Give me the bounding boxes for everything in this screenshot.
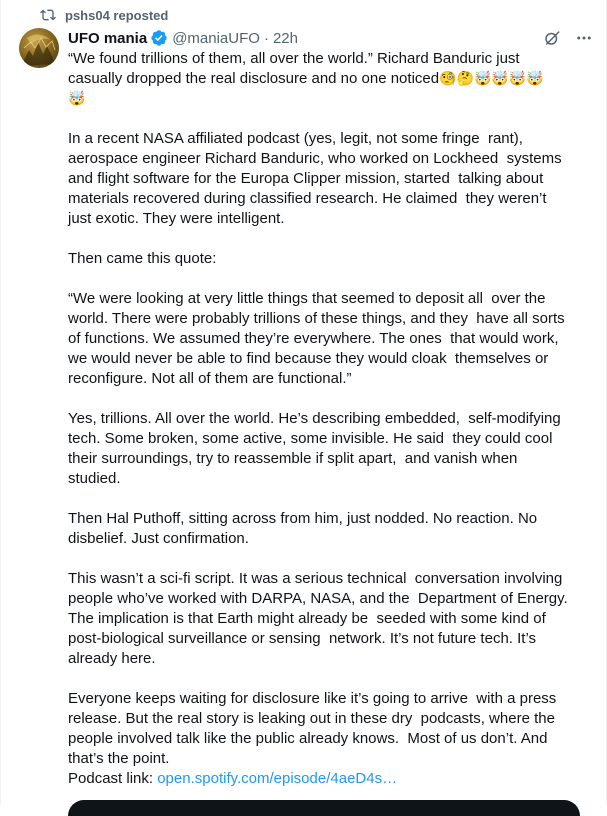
text-line: of functions. We assumed they’re everywh…: [68, 330, 559, 347]
text-line: post-biological surveillance or sensing …: [68, 630, 537, 647]
author-name[interactable]: UFO mania: [68, 30, 147, 47]
media-card-edge[interactable]: [68, 800, 580, 816]
separator-dot: ·: [263, 29, 269, 47]
text-line: already here.: [68, 650, 156, 667]
text-line: “We were looking at very little things t…: [68, 290, 546, 307]
grok-icon[interactable]: [543, 29, 561, 47]
text-line: people who’ve worked with DARPA, NASA, a…: [68, 590, 568, 607]
text-line: their surroundings, try to reassemble if…: [68, 450, 518, 467]
text-line: just exotic. They were intelligent.: [68, 210, 285, 227]
text-line: This wasn’t a sci-fi script. It was a se…: [68, 570, 563, 587]
text-line: Yes, trillions. All over the world. He’s…: [68, 410, 561, 427]
text-line: aerospace engineer Richard Banduric, who…: [68, 150, 562, 167]
emoji-sequence: 🧐🤔🤯🤯🤯🤯: [439, 71, 544, 87]
text-line: tech. Some broken, some active, some inv…: [68, 430, 553, 447]
tweet-text: “We found trillions of them, all over th…: [68, 49, 593, 789]
text-line: materials recovered during classified re…: [68, 190, 547, 207]
text-line: 🤯: [68, 89, 593, 109]
text-line: studied.: [68, 470, 121, 487]
text-line: Everyone keeps waiting for disclosure li…: [68, 690, 557, 707]
timestamp[interactable]: 22h: [273, 30, 298, 47]
text-line: world. There were probably trillions of …: [68, 310, 565, 327]
repost-indicator[interactable]: pshs04 reposted: [40, 6, 168, 24]
text-line: reconfigure. Not all of them are functio…: [68, 370, 352, 387]
text-line: The implication is that Earth might alre…: [68, 610, 546, 627]
repost-icon: [40, 9, 56, 21]
text-line: disbelief. Just confirmation.: [68, 530, 249, 547]
podcast-link[interactable]: open.spotify.com/episode/4aeD4s…: [157, 770, 397, 787]
text-line: Then Hal Puthoff, sitting across from hi…: [68, 510, 538, 527]
podcast-line: Podcast link: open.spotify.com/episode/4…: [68, 769, 593, 789]
author-avatar[interactable]: [19, 28, 59, 68]
left-border: [0, 0, 1, 805]
text-line: and flight software for the Europa Clipp…: [68, 170, 544, 187]
tweet-header: UFO mania @maniaUFO · 22h: [68, 27, 593, 49]
repost-text: pshs04 reposted: [65, 7, 169, 23]
text-line: that’s the point.: [68, 750, 170, 767]
text-line: In a recent NASA affiliated podcast (yes…: [68, 130, 523, 147]
text-line: Then came this quote:: [68, 250, 217, 267]
author-handle[interactable]: @maniaUFO: [172, 30, 260, 47]
text-line: “We found trillions of them, all over th…: [68, 50, 520, 67]
emoji-mind-blown: 🤯: [68, 91, 86, 107]
header-actions: [543, 29, 593, 47]
verified-badge-icon[interactable]: [150, 29, 168, 47]
podcast-label: Podcast link:: [68, 770, 158, 787]
text-line: release. But the real story is leaking o…: [68, 710, 555, 727]
text-line: people involved talk like the public alr…: [68, 730, 548, 747]
text-line: casually dropped the real disclosure and…: [68, 70, 544, 87]
more-options-icon[interactable]: [575, 29, 593, 47]
text-line: we would never be able to find because t…: [68, 350, 549, 367]
avatar-image: [22, 34, 56, 66]
